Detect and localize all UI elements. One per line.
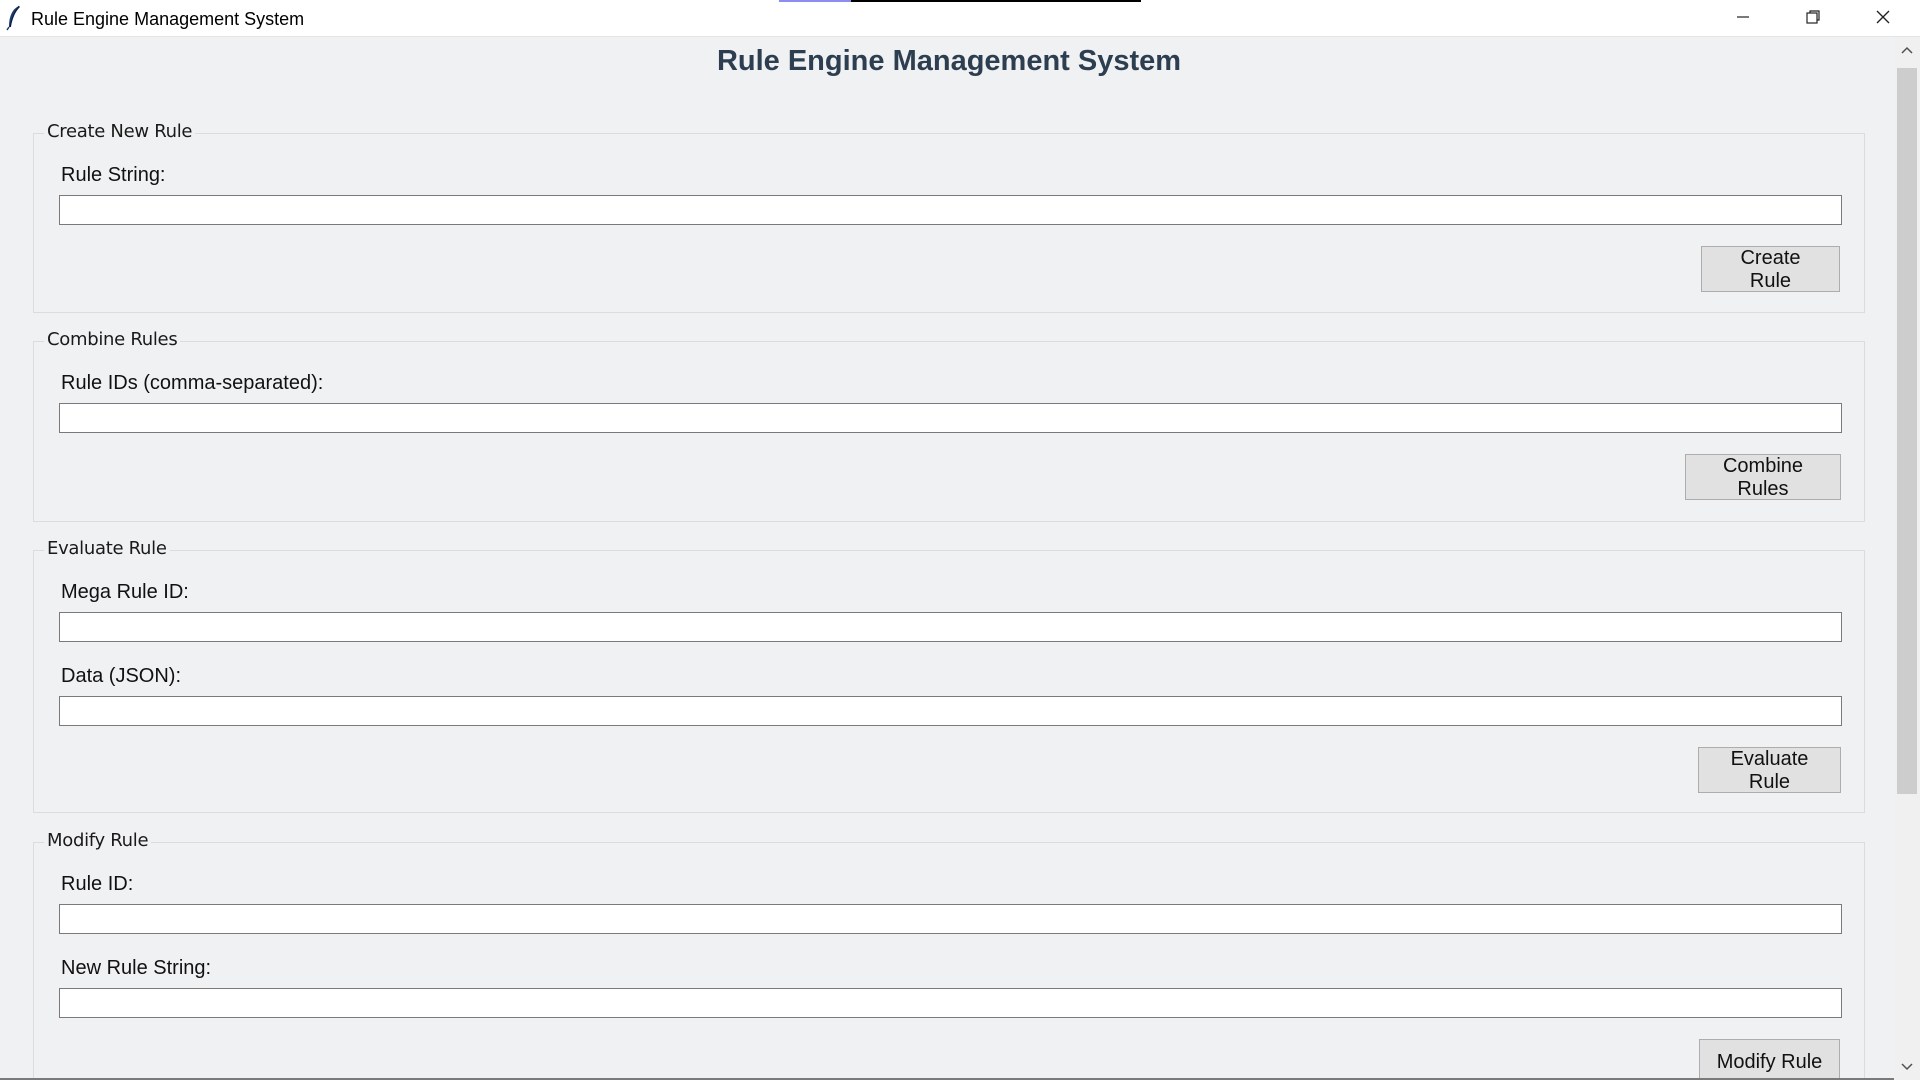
window-title: Rule Engine Management System [31,9,305,29]
new-rule-string-input[interactable] [59,988,1842,1018]
vertical-scrollbar[interactable] [1894,37,1920,1080]
chevron-down-icon [1901,1058,1913,1076]
mega-rule-id-input[interactable] [59,612,1842,642]
create-rule-button[interactable]: Create Rule [1701,246,1840,292]
client-area: Rule Engine Management System Create New… [0,37,1894,1080]
rule-ids-input[interactable] [59,403,1842,433]
data-json-label: Data (JSON): [61,665,182,687]
scroll-down-button[interactable] [1894,1054,1920,1080]
title-bar[interactable]: Rule Engine Management System [0,0,1920,37]
rule-string-input[interactable] [59,195,1842,225]
close-button[interactable] [1848,0,1918,34]
combine-rules-button[interactable]: Combine Rules [1685,454,1841,500]
page-title: Rule Engine Management System [716,45,1182,77]
create-rule-group: Create New Rule Rule String: Create Rule [33,121,1865,313]
combine-rules-group: Combine Rules Rule IDs (comma-separated)… [33,329,1865,522]
rule-id-label: Rule ID: [61,873,134,895]
data-json-input[interactable] [59,696,1842,726]
title-bar-accent-highlight [779,0,851,2]
evaluate-rule-button[interactable]: Evaluate Rule [1698,747,1841,793]
restore-button[interactable] [1778,0,1848,34]
restore-icon [1805,9,1821,25]
evaluate-rule-group: Evaluate Rule Mega Rule ID: Data (JSON):… [33,538,1865,813]
close-icon [1875,9,1891,25]
rule-string-label: Rule String: [61,164,166,186]
modify-rule-group: Modify Rule Rule ID: New Rule String: Mo… [33,830,1865,1080]
scroll-up-button[interactable] [1894,37,1920,63]
scrollbar-thumb[interactable] [1897,68,1917,794]
app-window: Rule Engine Management System Rule Engin… [0,0,1920,1080]
mega-rule-id-label: Mega Rule ID: [61,581,189,603]
minimize-icon [1735,9,1751,25]
modify-rule-button[interactable]: Modify Rule [1699,1039,1840,1080]
feather-icon [6,5,22,31]
create-rule-group-title: Create New Rule [44,121,196,143]
minimize-button[interactable] [1708,0,1778,34]
evaluate-rule-group-title: Evaluate Rule [44,538,170,560]
chevron-up-icon [1901,41,1913,59]
rule-ids-label: Rule IDs (comma-separated): [61,372,324,394]
new-rule-string-label: New Rule String: [61,957,212,979]
modify-rule-group-title: Modify Rule [44,830,152,852]
combine-rules-group-title: Combine Rules [44,329,181,351]
rule-id-input[interactable] [59,904,1842,934]
